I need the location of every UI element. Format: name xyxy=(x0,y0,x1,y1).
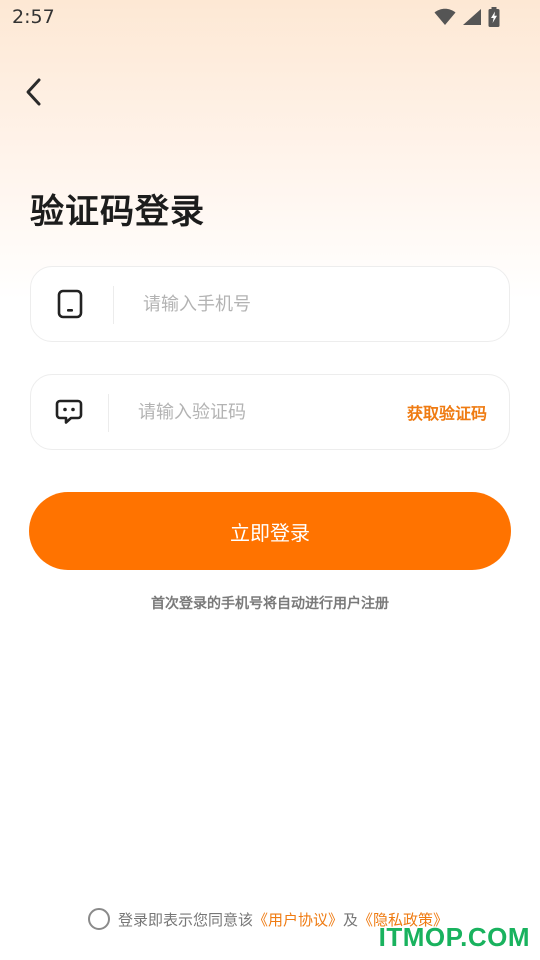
page-title: 验证码登录 xyxy=(30,192,205,232)
phone-field[interactable] xyxy=(30,266,510,342)
message-icon xyxy=(55,399,83,425)
back-button[interactable] xyxy=(14,74,54,114)
code-field[interactable]: 获取验证码 xyxy=(30,374,510,450)
status-bar: 2:57 xyxy=(0,0,540,36)
cell-signal-icon xyxy=(462,8,482,30)
agreement-conjunction: 及 xyxy=(343,910,359,929)
wifi-icon xyxy=(434,8,456,30)
agreement-prefix: 登录即表示您同意该 xyxy=(118,910,254,929)
chevron-left-icon xyxy=(24,77,44,111)
status-icons xyxy=(434,7,500,31)
phone-input[interactable] xyxy=(143,267,483,341)
get-code-button[interactable]: 获取验证码 xyxy=(407,375,487,449)
user-agreement-link[interactable]: 《用户协议》 xyxy=(253,909,343,930)
login-button[interactable]: 立即登录 xyxy=(29,492,511,570)
register-hint: 首次登录的手机号将自动进行用户注册 xyxy=(151,596,389,612)
agree-checkbox[interactable] xyxy=(88,908,110,930)
phone-icon xyxy=(57,289,83,319)
status-time: 2:57 xyxy=(12,6,55,28)
code-input[interactable] xyxy=(138,375,388,449)
battery-charging-icon xyxy=(488,7,500,31)
field-divider xyxy=(108,394,109,432)
watermark: ITMOP.COM xyxy=(378,922,530,952)
field-divider xyxy=(113,286,114,324)
